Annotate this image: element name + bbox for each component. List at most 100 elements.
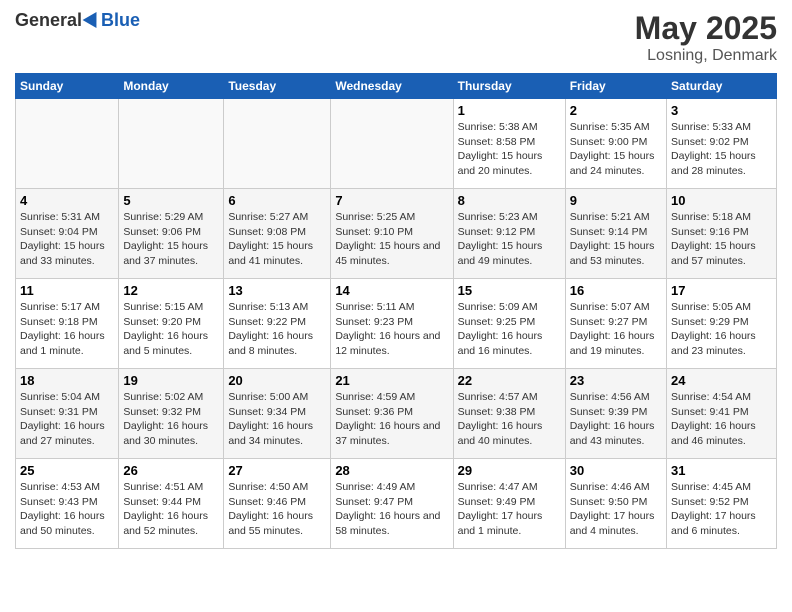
table-row: 31 Sunrise: 4:45 AM Sunset: 9:52 PM Dayli…: [667, 459, 777, 549]
day-number: 26: [123, 463, 219, 478]
day-number: 18: [20, 373, 114, 388]
day-number: 9: [570, 193, 662, 208]
header-area: General Blue May 2025 Losning, Denmark: [15, 10, 777, 65]
day-number: 20: [228, 373, 326, 388]
calendar-container: General Blue May 2025 Losning, Denmark S…: [0, 0, 792, 559]
table-row: [331, 99, 453, 189]
calendar-week-row: 18 Sunrise: 5:04 AM Sunset: 9:31 PM Dayli…: [16, 369, 777, 459]
cell-content: Sunrise: 5:33 AM Sunset: 9:02 PM Dayligh…: [671, 120, 772, 179]
logo-general: General: [15, 10, 82, 31]
table-row: 18 Sunrise: 5:04 AM Sunset: 9:31 PM Dayli…: [16, 369, 119, 459]
table-row: 19 Sunrise: 5:02 AM Sunset: 9:32 PM Dayli…: [119, 369, 224, 459]
cell-content: Sunrise: 5:11 AM Sunset: 9:23 PM Dayligh…: [335, 300, 448, 359]
cell-content: Sunrise: 5:31 AM Sunset: 9:04 PM Dayligh…: [20, 210, 114, 269]
calendar-week-row: 25 Sunrise: 4:53 AM Sunset: 9:43 PM Dayli…: [16, 459, 777, 549]
table-row: 25 Sunrise: 4:53 AM Sunset: 9:43 PM Dayli…: [16, 459, 119, 549]
cell-content: Sunrise: 5:15 AM Sunset: 9:20 PM Dayligh…: [123, 300, 219, 359]
day-number: 14: [335, 283, 448, 298]
cell-content: Sunrise: 5:25 AM Sunset: 9:10 PM Dayligh…: [335, 210, 448, 269]
calendar-week-row: 11Sunrise: 5:17 AM Sunset: 9:18 PM Dayli…: [16, 279, 777, 369]
day-number: 8: [458, 193, 561, 208]
day-number: 24: [671, 373, 772, 388]
calendar-table: Sunday Monday Tuesday Wednesday Thursday…: [15, 73, 777, 549]
table-row: [16, 99, 119, 189]
cell-content: Sunrise: 5:04 AM Sunset: 9:31 PM Dayligh…: [20, 390, 114, 449]
table-row: 10 Sunrise: 5:18 AM Sunset: 9:16 PM Dayli…: [667, 189, 777, 279]
header-monday: Monday: [119, 74, 224, 99]
day-number: 13: [228, 283, 326, 298]
cell-content: Sunrise: 5:05 AM Sunset: 9:29 PM Dayligh…: [671, 300, 772, 359]
calendar-title: May 2025: [635, 10, 777, 47]
day-number: 3: [671, 103, 772, 118]
table-row: 21 Sunrise: 4:59 AM Sunset: 9:36 PM Dayli…: [331, 369, 453, 459]
table-row: 23 Sunrise: 4:56 AM Sunset: 9:39 PM Dayli…: [565, 369, 666, 459]
day-number: 15: [458, 283, 561, 298]
table-row: 28 Sunrise: 4:49 AM Sunset: 9:47 PM Dayli…: [331, 459, 453, 549]
cell-content: Sunrise: 4:57 AM Sunset: 9:38 PM Dayligh…: [458, 390, 561, 449]
cell-content: Sunrise: 4:59 AM Sunset: 9:36 PM Dayligh…: [335, 390, 448, 449]
cell-content: Sunrise: 4:56 AM Sunset: 9:39 PM Dayligh…: [570, 390, 662, 449]
day-number: 19: [123, 373, 219, 388]
day-number: 2: [570, 103, 662, 118]
header-thursday: Thursday: [453, 74, 565, 99]
day-number: 12: [123, 283, 219, 298]
cell-content: Sunrise: 5:09 AM Sunset: 9:25 PM Dayligh…: [458, 300, 561, 359]
calendar-subtitle: Losning, Denmark: [635, 47, 777, 65]
table-row: [224, 99, 331, 189]
table-row: 4 Sunrise: 5:31 AM Sunset: 9:04 PM Daylig…: [16, 189, 119, 279]
table-row: 5Sunrise: 5:29 AM Sunset: 9:06 PM Daylig…: [119, 189, 224, 279]
header-sunday: Sunday: [16, 74, 119, 99]
cell-content: Sunrise: 4:54 AM Sunset: 9:41 PM Dayligh…: [671, 390, 772, 449]
table-row: 2 Sunrise: 5:35 AM Sunset: 9:00 PM Daylig…: [565, 99, 666, 189]
table-row: 29Sunrise: 4:47 AM Sunset: 9:49 PM Dayli…: [453, 459, 565, 549]
cell-content: Sunrise: 4:46 AM Sunset: 9:50 PM Dayligh…: [570, 480, 662, 539]
table-row: 30 Sunrise: 4:46 AM Sunset: 9:50 PM Dayli…: [565, 459, 666, 549]
table-row: 8Sunrise: 5:23 AM Sunset: 9:12 PM Daylig…: [453, 189, 565, 279]
logo-blue: Blue: [101, 10, 140, 31]
cell-content: Sunrise: 4:45 AM Sunset: 9:52 PM Dayligh…: [671, 480, 772, 539]
table-row: [119, 99, 224, 189]
table-row: 14 Sunrise: 5:11 AM Sunset: 9:23 PM Dayli…: [331, 279, 453, 369]
header-tuesday: Tuesday: [224, 74, 331, 99]
cell-content: Sunrise: 5:00 AM Sunset: 9:34 PM Dayligh…: [228, 390, 326, 449]
table-row: 17Sunrise: 5:05 AM Sunset: 9:29 PM Dayli…: [667, 279, 777, 369]
days-header-row: Sunday Monday Tuesday Wednesday Thursday…: [16, 74, 777, 99]
cell-content: Sunrise: 5:38 AM Sunset: 8:58 PM Dayligh…: [458, 120, 561, 179]
day-number: 4: [20, 193, 114, 208]
table-row: 11Sunrise: 5:17 AM Sunset: 9:18 PM Dayli…: [16, 279, 119, 369]
cell-content: Sunrise: 4:51 AM Sunset: 9:44 PM Dayligh…: [123, 480, 219, 539]
day-number: 10: [671, 193, 772, 208]
day-number: 27: [228, 463, 326, 478]
table-row: 3 Sunrise: 5:33 AM Sunset: 9:02 PM Daylig…: [667, 99, 777, 189]
logo: General Blue: [15, 10, 140, 31]
table-row: 22 Sunrise: 4:57 AM Sunset: 9:38 PM Dayli…: [453, 369, 565, 459]
table-row: 16 Sunrise: 5:07 AM Sunset: 9:27 PM Dayli…: [565, 279, 666, 369]
day-number: 1: [458, 103, 561, 118]
day-number: 7: [335, 193, 448, 208]
day-number: 22: [458, 373, 561, 388]
calendar-week-row: 1 Sunrise: 5:38 AM Sunset: 8:58 PM Daylig…: [16, 99, 777, 189]
cell-content: Sunrise: 5:29 AM Sunset: 9:06 PM Dayligh…: [123, 210, 219, 269]
day-number: 28: [335, 463, 448, 478]
table-row: 13 Sunrise: 5:13 AM Sunset: 9:22 PM Dayli…: [224, 279, 331, 369]
header-saturday: Saturday: [667, 74, 777, 99]
day-number: 25: [20, 463, 114, 478]
title-area: May 2025 Losning, Denmark: [635, 10, 777, 65]
cell-content: Sunrise: 5:18 AM Sunset: 9:16 PM Dayligh…: [671, 210, 772, 269]
day-number: 23: [570, 373, 662, 388]
cell-content: Sunrise: 4:49 AM Sunset: 9:47 PM Dayligh…: [335, 480, 448, 539]
table-row: 24 Sunrise: 4:54 AM Sunset: 9:41 PM Dayli…: [667, 369, 777, 459]
day-number: 30: [570, 463, 662, 478]
cell-content: Sunrise: 5:02 AM Sunset: 9:32 PM Dayligh…: [123, 390, 219, 449]
day-number: 16: [570, 283, 662, 298]
table-row: 20 Sunrise: 5:00 AM Sunset: 9:34 PM Dayli…: [224, 369, 331, 459]
day-number: 21: [335, 373, 448, 388]
table-row: 6Sunrise: 5:27 AM Sunset: 9:08 PM Daylig…: [224, 189, 331, 279]
table-row: 12 Sunrise: 5:15 AM Sunset: 9:20 PM Dayli…: [119, 279, 224, 369]
cell-content: Sunrise: 5:13 AM Sunset: 9:22 PM Dayligh…: [228, 300, 326, 359]
cell-content: Sunrise: 4:53 AM Sunset: 9:43 PM Dayligh…: [20, 480, 114, 539]
cell-content: Sunrise: 5:27 AM Sunset: 9:08 PM Dayligh…: [228, 210, 326, 269]
cell-content: Sunrise: 5:07 AM Sunset: 9:27 PM Dayligh…: [570, 300, 662, 359]
cell-content: Sunrise: 5:35 AM Sunset: 9:00 PM Dayligh…: [570, 120, 662, 179]
day-number: 31: [671, 463, 772, 478]
